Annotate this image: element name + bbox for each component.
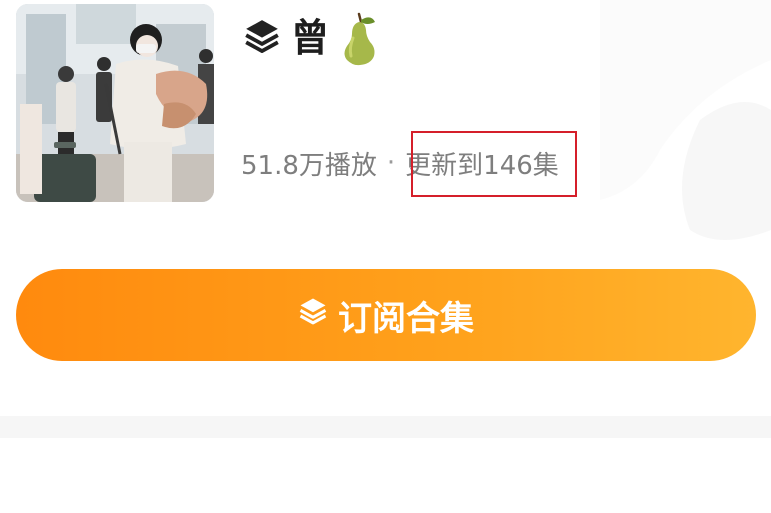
subscribe-collection-button[interactable]: 订阅合集 <box>16 269 756 361</box>
meta-separator: · <box>386 148 396 178</box>
stack-layers-icon <box>243 17 281 59</box>
section-divider <box>0 416 771 438</box>
stack-layers-icon <box>298 295 328 335</box>
subscribe-button-label: 订阅合集 <box>338 298 474 339</box>
play-count: 51.8万播放 <box>241 150 377 181</box>
next-section <box>0 438 771 513</box>
collection-title-row: 曾 <box>243 10 379 66</box>
collection-card: 曾 51.8万播放 · 更新到146集 订阅合集 <box>0 0 771 416</box>
collection-cover-image[interactable] <box>16 4 214 202</box>
pear-icon <box>339 10 379 66</box>
collection-title: 曾 <box>291 16 330 60</box>
update-status-highlight-box <box>411 131 577 197</box>
